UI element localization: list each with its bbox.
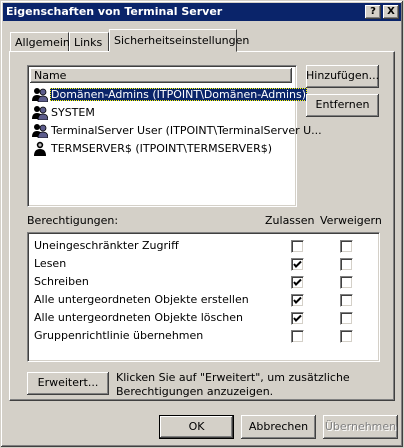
principal-name: SYSTEM: [51, 106, 95, 119]
permission-name: Lesen: [34, 257, 67, 270]
principal-name: TERMSERVER$ (ITPOINT\TERMSERVER$): [51, 142, 273, 155]
window-title: Eigenschaften von Terminal Server: [6, 5, 223, 18]
allow-checkbox[interactable]: [291, 276, 304, 289]
deny-checkbox[interactable]: [340, 294, 353, 307]
help-button[interactable]: ?: [365, 5, 381, 19]
permission-name: Gruppenrichtlinie übernehmen: [34, 329, 204, 342]
ok-button-label: OK: [188, 420, 205, 433]
ok-button[interactable]: OK: [159, 415, 234, 439]
permission-name: Uneingeschränkter Zugriff: [34, 239, 179, 252]
tab-allgemein[interactable]: Allgemein: [10, 32, 70, 51]
add-button[interactable]: Hinzufügen...: [306, 65, 379, 88]
permissions-label: Berechtigungen:: [27, 214, 119, 227]
group-icon: [32, 123, 49, 139]
advanced-button-label: Erweitert...: [37, 376, 99, 389]
advanced-hint-line2: Berechtigungen anzuzeigen.: [116, 385, 274, 398]
deny-header: Verweigern: [320, 214, 382, 227]
group-icon: [32, 87, 49, 103]
group-icon: [32, 105, 49, 121]
allow-checkbox[interactable]: [291, 240, 304, 253]
column-header-name: Name: [34, 69, 67, 82]
security-panel: Name Domänen-Admins (ITPOINT\Domänen-Adm…: [9, 51, 395, 401]
checkmark-icon: [293, 260, 302, 268]
permission-row: Gruppenrichtlinie übernehmen: [34, 329, 203, 347]
principal-name: Domänen-Admins (ITPOINT\Domänen-Admins): [50, 88, 307, 101]
close-icon: X: [387, 6, 395, 17]
advanced-hint-line1: Klicken Sie auf "Erweitert", um zusätzli…: [116, 371, 350, 384]
cancel-button[interactable]: Abbrechen: [241, 415, 316, 439]
advanced-button[interactable]: Erweitert...: [27, 372, 109, 395]
tab-sicherheitseinstellungen[interactable]: Sicherheitseinstellungen: [109, 29, 249, 52]
apply-button-label: Übernehmen: [324, 420, 397, 433]
principal-list[interactable]: Name Domänen-Admins (ITPOINT\Domänen-Adm…: [27, 65, 322, 207]
checkmark-icon: [293, 314, 302, 322]
tab-links[interactable]: Links: [69, 32, 109, 51]
user-icon: [32, 141, 48, 156]
apply-button[interactable]: Übernehmen: [323, 415, 398, 439]
deny-checkbox[interactable]: [340, 240, 353, 253]
permission-row: Alle untergeordneten Objekte löschen: [34, 311, 243, 329]
tab-label: Links: [74, 36, 103, 49]
remove-button-label: Entfernen: [315, 98, 370, 111]
help-icon: ?: [370, 6, 376, 17]
allow-header: Zulassen: [265, 214, 315, 227]
allow-checkbox[interactable]: [291, 312, 304, 325]
tab-label: Sicherheitseinstellungen: [114, 34, 250, 47]
tab-label: Allgemein: [15, 36, 70, 49]
deny-checkbox[interactable]: [340, 276, 353, 289]
close-button[interactable]: X: [383, 5, 399, 19]
title-bar[interactable]: Eigenschaften von Terminal Server ? X: [3, 3, 401, 21]
cancel-button-label: Abbrechen: [248, 420, 309, 433]
permission-row: Alle untergeordneten Objekte erstellen: [34, 293, 249, 311]
permission-row: Schreiben: [34, 275, 89, 293]
allow-checkbox[interactable]: [291, 294, 304, 307]
permission-row: Lesen: [34, 257, 66, 275]
permission-name: Schreiben: [34, 275, 89, 288]
properties-dialog: Eigenschaften von Terminal Server ? X Al…: [0, 0, 404, 448]
permission-name: Alle untergeordneten Objekte erstellen: [34, 293, 249, 306]
deny-checkbox[interactable]: [340, 312, 353, 325]
principal-name: TerminalServer User (ITPOINT\TerminalSer…: [51, 124, 322, 137]
list-column-header[interactable]: Name: [30, 68, 292, 83]
allow-checkbox[interactable]: [291, 258, 304, 271]
deny-checkbox[interactable]: [340, 258, 353, 271]
deny-checkbox[interactable]: [340, 330, 353, 343]
checkmark-icon: [293, 296, 302, 304]
permissions-list: Uneingeschränkter Zugriff Lesen Schreibe…: [27, 232, 380, 362]
permission-name: Alle untergeordneten Objekte löschen: [34, 311, 244, 324]
add-button-label: Hinzufügen...: [306, 69, 380, 82]
remove-button[interactable]: Entfernen: [306, 94, 379, 117]
allow-checkbox[interactable]: [291, 330, 304, 343]
permission-row: Uneingeschränkter Zugriff: [34, 239, 179, 257]
checkmark-icon: [293, 278, 302, 286]
